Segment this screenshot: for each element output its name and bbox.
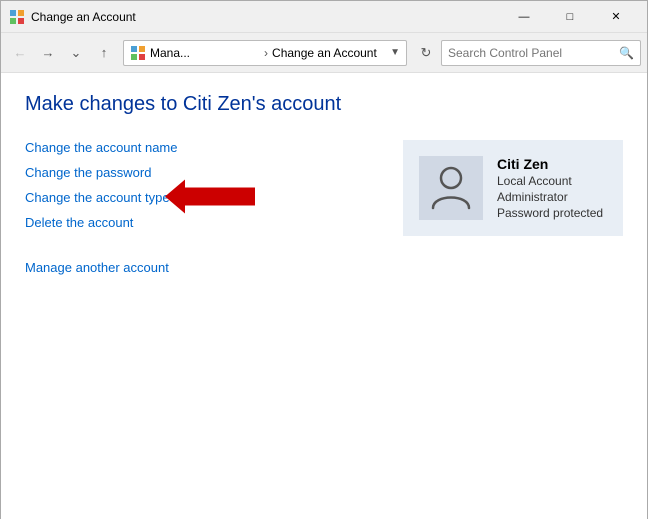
account-detail-1: Administrator	[497, 190, 603, 204]
back-button[interactable]: ←	[7, 40, 33, 66]
change-name-link[interactable]: Change the account name	[25, 140, 379, 155]
manage-another-link[interactable]: Manage another account	[25, 260, 379, 275]
right-panel: Citi Zen Local Account Administrator Pas…	[403, 140, 623, 275]
address-icon	[130, 45, 146, 61]
left-panel: Change the account name Change the passw…	[25, 140, 379, 275]
main-content: Make changes to Citi Zen's account Chang…	[1, 73, 647, 520]
change-password-link[interactable]: Change the password	[25, 165, 379, 180]
search-icon: 🔍	[619, 46, 634, 60]
separator-gap	[25, 230, 379, 240]
close-button[interactable]: ✕	[593, 1, 639, 33]
account-detail-2: Password protected	[497, 206, 603, 220]
account-info: Citi Zen Local Account Administrator Pas…	[497, 156, 603, 220]
recent-pages-button[interactable]: ⌄	[63, 40, 89, 66]
change-type-link[interactable]: Change the account type	[25, 190, 170, 205]
account-detail-0: Local Account	[497, 174, 603, 188]
separator-gap-2	[25, 240, 379, 250]
window-controls: — □ ✕	[501, 1, 639, 33]
page-title: Make changes to Citi Zen's account	[25, 93, 623, 116]
content-area: Change the account name Change the passw…	[25, 140, 623, 275]
actions-list: Change the account name Change the passw…	[25, 140, 379, 230]
search-input[interactable]	[448, 46, 619, 60]
account-name: Citi Zen	[497, 156, 603, 172]
nav-bar: ← → ⌄ ↑ Mana... › Change an Account ▼ ↻ …	[1, 33, 647, 73]
address-part-2: Change an Account	[272, 46, 382, 60]
account-card: Citi Zen Local Account Administrator Pas…	[403, 140, 623, 236]
up-button[interactable]: ↑	[91, 40, 117, 66]
refresh-button[interactable]: ↻	[413, 40, 439, 66]
red-arrow-indicator	[165, 179, 255, 216]
delete-account-link[interactable]: Delete the account	[25, 215, 379, 230]
app-icon	[9, 9, 25, 25]
address-bar[interactable]: Mana... › Change an Account ▼	[123, 40, 407, 66]
account-avatar	[419, 156, 483, 220]
change-type-row: Change the account type	[25, 190, 379, 205]
window-title: Change an Account	[31, 10, 501, 24]
title-bar: Change an Account — □ ✕	[1, 1, 647, 33]
address-separator: ›	[264, 46, 268, 60]
search-bar[interactable]: 🔍	[441, 40, 641, 66]
address-part-1: Mana...	[150, 46, 260, 60]
forward-button[interactable]: →	[35, 40, 61, 66]
address-dropdown-icon[interactable]: ▼	[390, 47, 400, 58]
minimize-button[interactable]: —	[501, 1, 547, 33]
maximize-button[interactable]: □	[547, 1, 593, 33]
